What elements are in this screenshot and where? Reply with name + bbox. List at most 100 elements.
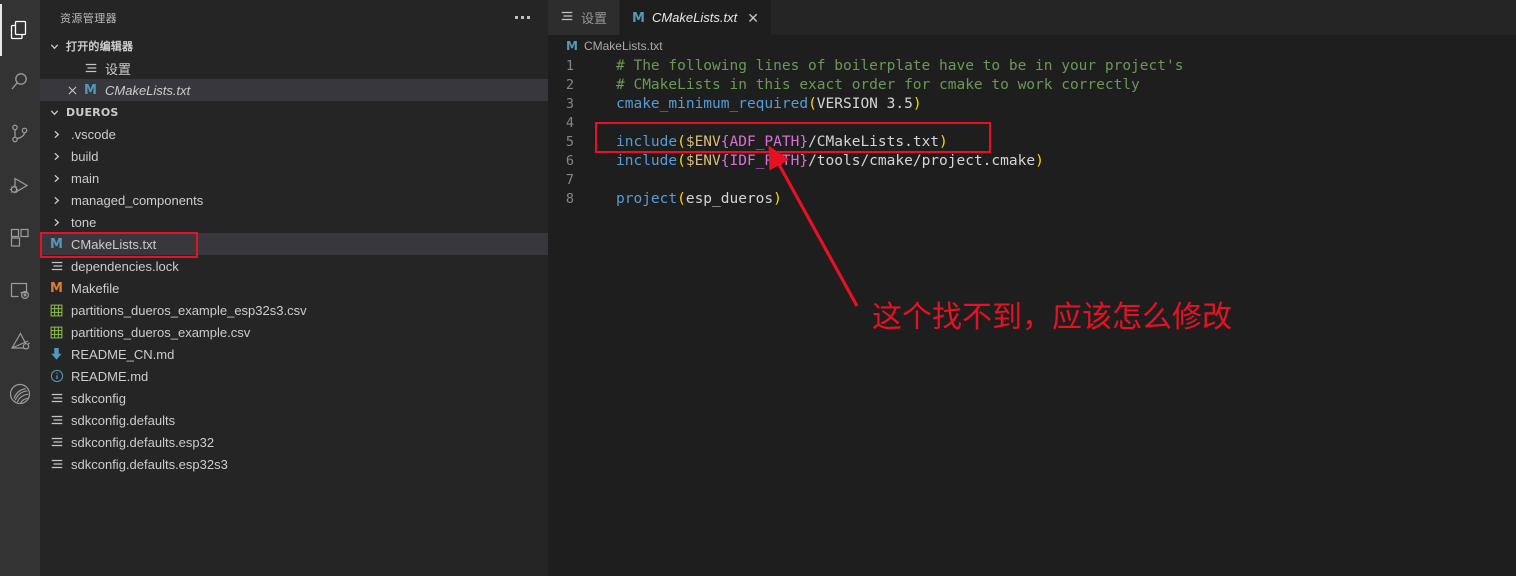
open-editor-item-cmakelists[interactable]: M CMakeLists.txt <box>40 79 548 101</box>
open-editor-item-settings[interactable]: 设置 <box>40 57 548 79</box>
token: IDF_PATH <box>729 153 800 169</box>
sidebar-title: 资源管理器 <box>60 11 117 25</box>
tree-item-label: tone <box>71 214 97 230</box>
editor-area: 设置 M CMakeLists.txt ✕ M CMakeLists.txt 1… <box>548 0 1516 576</box>
chevron-right-icon <box>48 126 65 142</box>
tree-item-sdkconfig-defaults[interactable]: sdkconfig.defaults <box>40 409 548 431</box>
tree-item-label: README_CN.md <box>71 346 175 362</box>
code-line: 1 # The following lines of boilerplate h… <box>548 57 1516 76</box>
tree-item-sdkconfig-defaults-esp32[interactable]: sdkconfig.defaults.esp32 <box>40 431 548 453</box>
espressif-logo-icon <box>7 381 33 407</box>
tree-item-label: sdkconfig.defaults <box>71 412 176 428</box>
tree-item-label: sdkconfig.defaults.esp32s3 <box>71 456 228 472</box>
activity-bar-item-search[interactable] <box>0 56 40 108</box>
activity-bar-item-run-and-debug[interactable] <box>0 160 40 212</box>
tree-item-sdkconfig-defaults-esp32s3[interactable]: sdkconfig.defaults.esp32s3 <box>40 453 548 475</box>
token: project <box>616 191 678 207</box>
tree-item-label: CMakeLists.txt <box>71 236 157 252</box>
explorer-sidebar: 资源管理器 打开的编辑器 设置 M CMakeLists.txt DUEROS … <box>40 0 548 576</box>
line-content: include($ENV{IDF_PATH}/tools/cmake/proje… <box>594 152 1044 171</box>
line-number: 5 <box>565 134 574 150</box>
csv-icon <box>48 324 65 340</box>
tree-item-label: sdkconfig.defaults.esp32 <box>71 434 215 450</box>
line-number: 3 <box>565 96 574 112</box>
token: { <box>720 134 730 150</box>
tab-label: CMakeLists.txt <box>651 10 738 25</box>
line-number: 2 <box>565 77 574 93</box>
settings-file-icon <box>48 434 65 450</box>
line-content: # The following lines of boilerplate hav… <box>594 57 1183 76</box>
line-number: 7 <box>565 172 574 188</box>
info-circle-icon <box>48 368 65 384</box>
search-icon <box>8 70 32 94</box>
tree-item-tone[interactable]: tone <box>40 211 548 233</box>
section-project-root[interactable]: DUEROS <box>40 101 548 123</box>
breadcrumb-label: CMakeLists.txt <box>583 39 663 53</box>
chevron-down-icon <box>46 38 62 54</box>
tree-item-partitions-csv[interactable]: partitions_dueros_example.csv <box>40 321 548 343</box>
line-content: # CMakeLists in this exact order for cma… <box>594 76 1140 95</box>
tree-item-partitions-esp32s3-csv[interactable]: partitions_dueros_example_esp32s3.csv <box>40 299 548 321</box>
code-line: 2 # CMakeLists in this exact order for c… <box>548 76 1516 95</box>
activity-bar-item-extensions[interactable] <box>0 212 40 264</box>
chevron-down-icon <box>46 104 62 120</box>
tab-cmakelists[interactable]: M CMakeLists.txt ✕ <box>620 0 772 35</box>
chevron-right-icon <box>48 192 65 208</box>
token: { <box>720 153 730 169</box>
tree-item-label: partitions_dueros_example_esp32s3.csv <box>71 302 307 318</box>
tree-item-main[interactable]: main <box>40 167 548 189</box>
activity-bar-item-remote-explorer[interactable] <box>0 264 40 316</box>
close-icon[interactable] <box>64 85 80 96</box>
tab-settings[interactable]: 设置 <box>548 0 621 35</box>
vscode-window: 资源管理器 打开的编辑器 设置 M CMakeLists.txt DUEROS … <box>0 0 1516 576</box>
tree-item-label: main <box>71 170 100 186</box>
token: $ENV <box>685 134 721 150</box>
code-line: 6 include($ENV{IDF_PATH}/tools/cmake/pro… <box>548 152 1516 171</box>
settings-file-icon <box>48 412 65 428</box>
token: ) <box>912 96 922 112</box>
activity-bar-item-espressif-logo[interactable] <box>0 368 40 420</box>
settings-file-icon <box>48 456 65 472</box>
tree-item-label: README.md <box>71 368 149 384</box>
tab-close-icon[interactable]: ✕ <box>747 11 759 25</box>
editor-tabs: 设置 M CMakeLists.txt ✕ <box>548 0 1516 35</box>
markdown-down-icon <box>48 346 65 362</box>
token: # CMakeLists in this exact order for cma… <box>616 77 1140 93</box>
line-number: 8 <box>565 191 574 207</box>
tree-item-sdkconfig[interactable]: sdkconfig <box>40 387 548 409</box>
cmake-icon: M <box>84 82 97 98</box>
chevron-right-icon <box>48 170 65 186</box>
token: } <box>799 134 809 150</box>
section-open-editors[interactable]: 打开的编辑器 <box>40 35 548 57</box>
tree-item-managed-components[interactable]: managed_components <box>40 189 548 211</box>
settings-file-icon <box>48 390 65 406</box>
line-number: 1 <box>565 58 574 74</box>
settings-file-icon <box>48 258 65 274</box>
tree-item-label: partitions_dueros_example.csv <box>71 324 251 340</box>
tree-item-makefile[interactable]: M Makefile <box>40 277 548 299</box>
tree-item-dependencies-lock[interactable]: dependencies.lock <box>40 255 548 277</box>
activity-bar-item-espressif-ide[interactable] <box>0 316 40 368</box>
source-control-icon <box>8 122 32 146</box>
activity-bar-item-source-control[interactable] <box>0 108 40 160</box>
line-content: project(esp_dueros) <box>594 190 782 209</box>
breadcrumb[interactable]: M CMakeLists.txt <box>548 35 1516 57</box>
activity-bar-item-explorer[interactable] <box>0 4 40 56</box>
line-number: 4 <box>565 115 574 131</box>
cmake-icon: M <box>566 39 578 53</box>
more-actions-icon[interactable] <box>515 16 530 19</box>
tree-item-readme[interactable]: README.md <box>40 365 548 387</box>
tree-item-vscode[interactable]: .vscode <box>40 123 548 145</box>
code-line: 8 project(esp_dueros) <box>548 190 1516 209</box>
cmake-icon: M <box>50 236 63 252</box>
token: ( <box>808 96 817 112</box>
tree-item-build[interactable]: build <box>40 145 548 167</box>
tree-item-readme-cn[interactable]: README_CN.md <box>40 343 548 365</box>
token: VERSION 3.5 <box>816 96 913 112</box>
tab-label: 设置 <box>581 11 608 26</box>
tree-item-cmakelists[interactable]: M CMakeLists.txt <box>40 233 548 255</box>
cmake-icon: M <box>632 11 645 26</box>
espressif-icon <box>8 330 32 354</box>
token: ( <box>677 134 686 150</box>
token: ) <box>773 191 782 207</box>
